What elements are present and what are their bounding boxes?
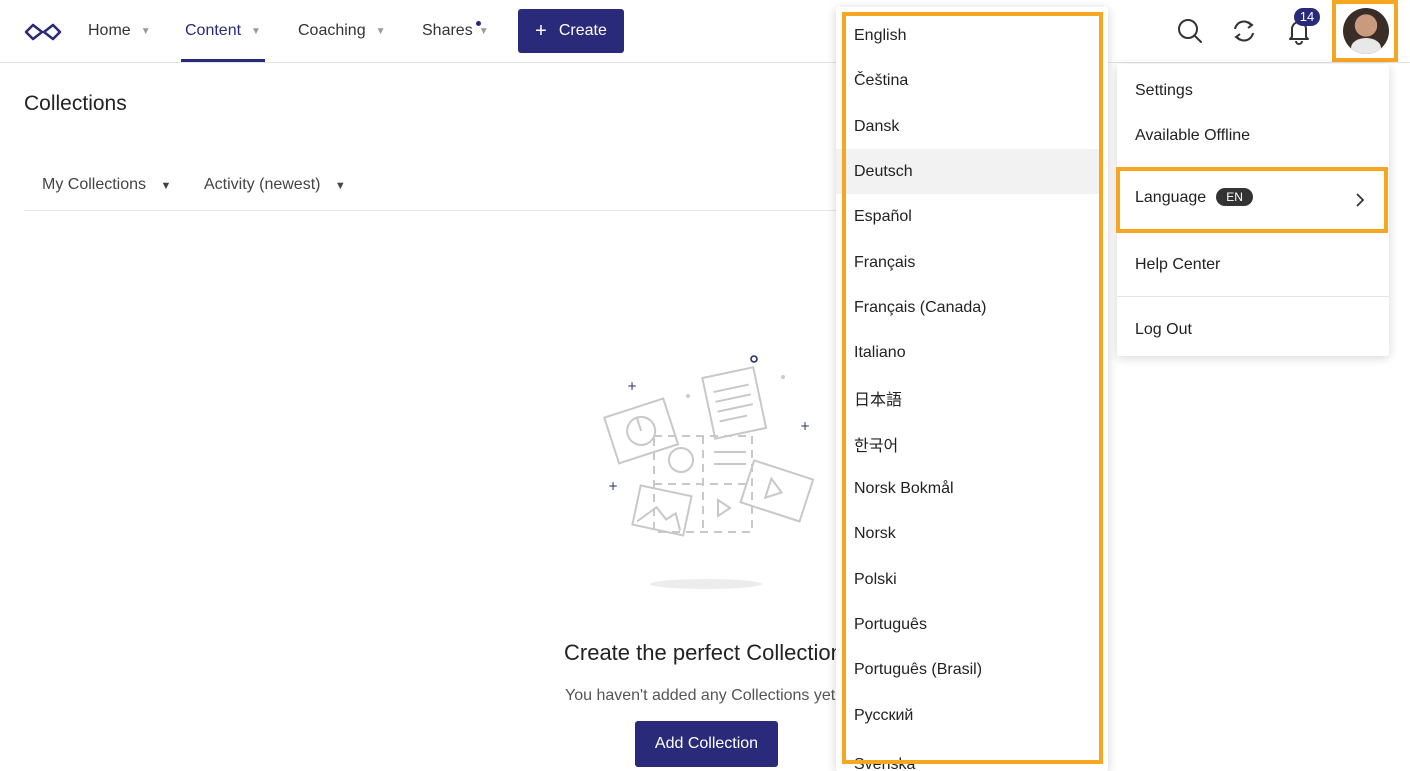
language-option-cestina[interactable]: Čeština — [836, 58, 1101, 103]
chevron-down-icon: ▼ — [375, 25, 386, 37]
add-collection-button[interactable]: Add Collection — [635, 721, 778, 767]
nav-coaching-label: Coaching — [298, 22, 366, 39]
language-label: Language — [1135, 189, 1207, 206]
my-collections-label: My Collections — [42, 176, 147, 193]
language-option-english[interactable]: English — [836, 13, 1101, 58]
nav-content-label: Content — [185, 22, 242, 39]
avatar-highlight — [1332, 0, 1398, 62]
language-option-italiano[interactable]: Italiano — [836, 330, 1101, 375]
nav-home-label: Home — [88, 22, 131, 39]
chevron-down-icon: ▼ — [478, 25, 489, 37]
notification-count-badge: 14 — [1294, 8, 1320, 26]
language-menu-item[interactable]: Language EN — [1117, 170, 1389, 228]
svg-text:+: + — [608, 479, 618, 493]
language-option-deutsch[interactable]: Deutsch — [836, 149, 1101, 194]
nav-shares[interactable]: Shares ▼ — [422, 0, 489, 62]
language-option-japanese[interactable]: 日本語 — [836, 375, 1101, 420]
user-menu: Settings Available Offline Language EN He… — [1117, 64, 1389, 356]
caret-down-icon: ▼ — [160, 180, 172, 192]
nav-content[interactable]: Content ▼ — [181, 0, 265, 62]
language-option-dansk[interactable]: Dansk — [836, 104, 1101, 149]
menu-divider — [1117, 230, 1389, 231]
sync-icon[interactable] — [1229, 16, 1259, 46]
language-code-badge: EN — [1216, 188, 1253, 206]
language-option-espanol[interactable]: Español — [836, 194, 1101, 239]
language-option-polski[interactable]: Polski — [836, 557, 1101, 602]
available-offline-menu-item[interactable]: Available Offline — [1135, 127, 1250, 145]
language-option-portugues[interactable]: Português — [836, 602, 1101, 647]
language-menu: English Čeština Dansk Deutsch Español Fr… — [836, 7, 1108, 771]
filter-bar: My Collections ▼ Activity (newest) ▼ — [24, 160, 844, 211]
sort-activity-label: Activity (newest) — [204, 176, 321, 193]
search-icon[interactable] — [1175, 16, 1205, 46]
nav-shares-label: Shares — [422, 22, 473, 39]
language-option-russian[interactable]: Русский — [836, 693, 1101, 738]
language-option-norsk-bokmal[interactable]: Norsk Bokmål — [836, 466, 1101, 511]
create-button[interactable]: + Create — [518, 9, 624, 53]
language-option-portugues-brasil[interactable]: Português (Brasil) — [836, 647, 1101, 692]
language-option-norsk[interactable]: Norsk — [836, 511, 1101, 556]
my-collections-filter[interactable]: My Collections ▼ — [42, 176, 171, 194]
app-logo-icon[interactable] — [24, 20, 62, 44]
settings-menu-item[interactable]: Settings — [1135, 82, 1193, 100]
new-indicator-dot — [476, 21, 481, 26]
plus-icon: + — [535, 20, 547, 42]
language-option-svenska[interactable]: Svenska — [836, 742, 1101, 771]
svg-text:+: + — [800, 419, 810, 433]
nav-home[interactable]: Home ▼ — [88, 0, 151, 62]
language-option-francais-canada[interactable]: Français (Canada) — [836, 285, 1101, 330]
menu-divider — [1117, 296, 1389, 297]
nav-coaching[interactable]: Coaching ▼ — [298, 0, 386, 62]
language-menu-label: Language EN — [1135, 188, 1253, 207]
log-out-menu-item[interactable]: Log Out — [1135, 321, 1192, 339]
caret-down-icon: ▼ — [334, 180, 346, 192]
create-button-label: Create — [558, 22, 607, 39]
svg-text:+: + — [627, 379, 637, 393]
page-title: Collections — [24, 92, 127, 115]
language-option-korean[interactable]: 한국어 — [836, 421, 1101, 466]
chevron-down-icon: ▼ — [140, 25, 151, 37]
empty-state-title: Create the perfect Collection — [564, 640, 843, 665]
language-option-francais[interactable]: Français — [836, 240, 1101, 285]
top-nav-bar: Home ▼ Content ▼ Coaching ▼ Shares ▼ + C… — [0, 0, 1410, 63]
empty-state-subtitle: You haven't added any Collections yet — [565, 687, 836, 704]
menu-divider — [1117, 168, 1389, 169]
empty-collections-illustration: + + + — [602, 355, 815, 589]
sort-activity-filter[interactable]: Activity (newest) ▼ — [204, 176, 346, 194]
help-center-menu-item[interactable]: Help Center — [1135, 256, 1220, 274]
chevron-right-icon — [1356, 193, 1365, 207]
chevron-down-icon: ▼ — [251, 25, 261, 37]
